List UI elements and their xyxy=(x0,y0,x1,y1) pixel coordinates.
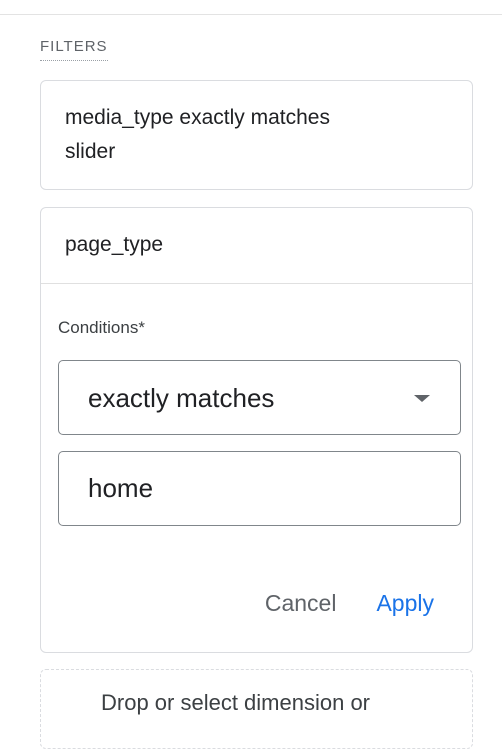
dimension-name: page_type xyxy=(65,233,164,256)
filter-editor-header: page_type xyxy=(41,208,472,284)
match-type-value: exactly matches xyxy=(88,383,275,413)
filter-summary-text: media_type exactly matches slider xyxy=(65,106,330,163)
drop-zone-text: Drop or select dimension or xyxy=(101,690,371,715)
condition-value-input[interactable] xyxy=(58,451,461,526)
filter-editor-card: page_type Conditions* exactly matches Ca… xyxy=(40,207,473,653)
match-type-select[interactable]: exactly matches xyxy=(58,360,461,435)
filters-section-label: FILTERS xyxy=(40,37,108,61)
filter-chip-media-type[interactable]: media_type exactly matches slider xyxy=(40,80,473,190)
dropdown-arrow-icon xyxy=(414,395,430,402)
top-divider xyxy=(0,14,502,15)
apply-button[interactable]: Apply xyxy=(376,588,434,618)
editor-actions: Cancel Apply xyxy=(265,588,434,618)
dimension-drop-zone[interactable]: Drop or select dimension or xyxy=(40,669,473,749)
cancel-button[interactable]: Cancel xyxy=(265,588,337,618)
conditions-label: Conditions* xyxy=(58,318,145,337)
